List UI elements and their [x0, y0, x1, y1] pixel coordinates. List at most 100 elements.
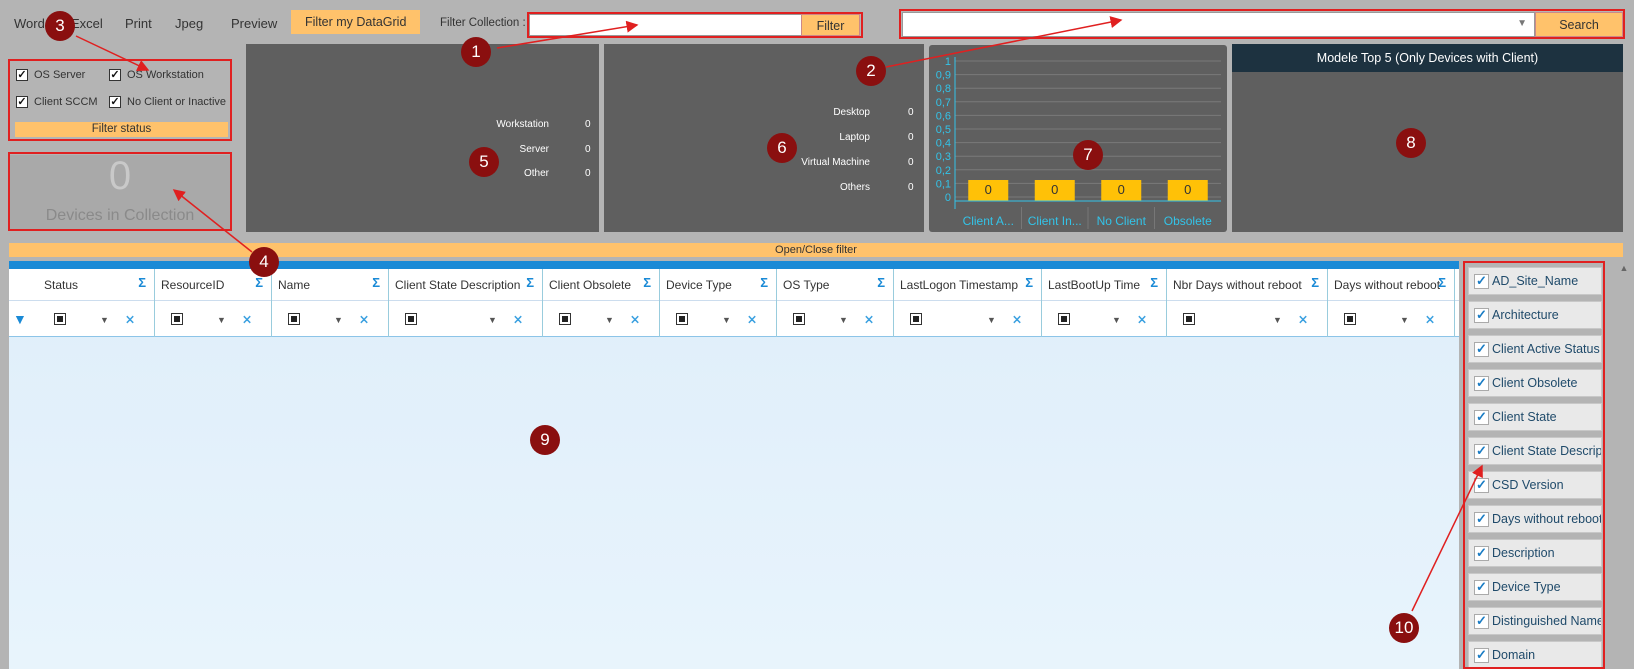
sigma-icon[interactable]: Σ	[138, 275, 146, 290]
filter-dropdown-icon[interactable]: ▼	[987, 315, 996, 325]
filter-checkbox[interactable]	[676, 313, 688, 325]
filter-dropdown-icon[interactable]: ▼	[1273, 315, 1282, 325]
column-header-label[interactable]: Status	[44, 278, 78, 292]
clear-filter-icon[interactable]: ⨯	[1137, 312, 1147, 326]
grid-column[interactable]: Device Type Σ ▼ ⨯	[660, 269, 777, 337]
search-combobox[interactable]: ▼	[902, 12, 1535, 37]
devices-datagrid[interactable]: ▼ Status Σ ▼ ⨯ ResourceID Σ ▼ ⨯ Name Σ ▼ ⨯ Client St…	[9, 269, 1459, 669]
column-header-label[interactable]: OS Type	[783, 278, 829, 292]
preview-button[interactable]: Preview	[231, 13, 277, 35]
sigma-icon[interactable]: Σ	[372, 275, 380, 290]
column-chooser-item[interactable]: ✓ Client State Descript	[1468, 437, 1602, 465]
sigma-icon[interactable]: Σ	[1150, 275, 1158, 290]
clear-filter-icon[interactable]: ⨯	[359, 312, 369, 326]
column-chooser-item[interactable]: ✓ Device Type	[1468, 573, 1602, 601]
column-chooser[interactable]: ✓ AD_Site_Name ✓ Architecture ✓ Client Active…	[1460, 261, 1634, 669]
column-chooser-item[interactable]: ✓ Client Obsolete	[1468, 369, 1602, 397]
filter-dropdown-icon[interactable]: ▼	[1400, 315, 1409, 325]
sigma-icon[interactable]: Σ	[526, 275, 534, 290]
grid-column[interactable]: Status Σ ▼ ⨯	[38, 269, 155, 337]
column-header-label[interactable]: LastLogon Timestamp	[900, 278, 1018, 292]
word-button[interactable]: Word	[14, 13, 45, 35]
filter-checkbox[interactable]	[1344, 313, 1356, 325]
column-chooser-item[interactable]: ✓ CSD Version	[1468, 471, 1602, 499]
clear-filter-icon[interactable]: ⨯	[513, 312, 523, 326]
filter-status-button[interactable]: Filter status	[15, 122, 228, 137]
filter-checkbox[interactable]	[1183, 313, 1195, 325]
column-chooser-item[interactable]: ✓ Domain	[1468, 641, 1602, 669]
filter-dropdown-icon[interactable]: ▼	[488, 315, 497, 325]
filter-datagrid-button[interactable]: Filter my DataGrid	[291, 10, 421, 34]
column-header-label[interactable]: Client State Description	[395, 278, 520, 292]
check-icon[interactable]: ✓	[1474, 545, 1489, 561]
check-icon[interactable]: ✓	[1474, 375, 1489, 391]
filter-funnel-icon[interactable]: ▼	[13, 311, 27, 327]
clear-filter-icon[interactable]: ⨯	[864, 312, 874, 326]
filter-checkbox[interactable]	[405, 313, 417, 325]
filter-checkbox[interactable]	[1058, 313, 1070, 325]
filter-dropdown-icon[interactable]: ▼	[722, 315, 731, 325]
filter-dropdown-icon[interactable]: ▼	[839, 315, 848, 325]
clear-filter-icon[interactable]: ⨯	[125, 312, 135, 326]
grid-column[interactable]: Name Σ ▼ ⨯	[272, 269, 389, 337]
grid-column[interactable]: Nbr Days without reboot Σ ▼ ⨯	[1167, 269, 1328, 337]
sigma-icon[interactable]: Σ	[1311, 275, 1319, 290]
grid-column[interactable]: Client State Description Σ ▼ ⨯	[389, 269, 543, 337]
filter-collection-input[interactable]	[529, 14, 802, 36]
grid-column[interactable]: LastBootUp Time Σ ▼ ⨯	[1042, 269, 1167, 337]
filter-dropdown-icon[interactable]: ▼	[605, 315, 614, 325]
check-icon[interactable]: ✓	[1474, 409, 1489, 425]
jpeg-button[interactable]: Jpeg	[175, 13, 203, 35]
filter-checkbox[interactable]	[793, 313, 805, 325]
grid-column[interactable]: Client Obsolete Σ ▼ ⨯	[543, 269, 660, 337]
column-header-label[interactable]: Nbr Days without reboot	[1173, 278, 1302, 292]
column-header-label[interactable]: ResourceID	[161, 278, 224, 292]
column-header-label[interactable]: Client Obsolete	[549, 278, 631, 292]
check-icon[interactable]: ✓	[1474, 443, 1489, 459]
grid-column[interactable]: ResourceID Σ ▼ ⨯	[155, 269, 272, 337]
clear-filter-icon[interactable]: ⨯	[630, 312, 640, 326]
clear-filter-icon[interactable]: ⨯	[242, 312, 252, 326]
check-icon[interactable]: ✓	[1474, 307, 1489, 323]
column-chooser-item[interactable]: ✓ Architecture	[1468, 301, 1602, 329]
client-sccm-checkbox[interactable]: ✓ Client SCCM	[16, 96, 98, 108]
column-header-label[interactable]: LastBootUp Time	[1048, 278, 1140, 292]
column-header-label[interactable]: Name	[278, 278, 310, 292]
column-header-label[interactable]: Device Type	[666, 278, 732, 292]
column-header-label[interactable]: Days without reboot	[1334, 278, 1440, 292]
filter-dropdown-icon[interactable]: ▼	[217, 315, 226, 325]
check-icon[interactable]: ✓	[1474, 273, 1489, 289]
filter-dropdown-icon[interactable]: ▼	[334, 315, 343, 325]
grid-column[interactable]: LastLogon Timestamp Σ ▼ ⨯	[894, 269, 1042, 337]
chevron-down-icon[interactable]: ▼	[1517, 18, 1527, 29]
print-button[interactable]: Print	[125, 13, 152, 35]
column-chooser-item[interactable]: ✓ Days without reboot	[1468, 505, 1602, 533]
sigma-icon[interactable]: Σ	[1025, 275, 1033, 290]
column-chooser-item[interactable]: ✓ Distinguished Name	[1468, 607, 1602, 635]
filter-button[interactable]: Filter	[801, 14, 860, 36]
filter-dropdown-icon[interactable]: ▼	[1112, 315, 1121, 325]
excel-button[interactable]: Excel	[71, 13, 103, 35]
clear-filter-icon[interactable]: ⨯	[1425, 312, 1435, 326]
sigma-icon[interactable]: Σ	[255, 275, 263, 290]
sigma-icon[interactable]: Σ	[760, 275, 768, 290]
os-server-checkbox[interactable]: ✓ OS Server	[16, 69, 85, 81]
check-icon[interactable]: ✓	[1474, 647, 1489, 663]
column-chooser-item[interactable]: ✓ Client State	[1468, 403, 1602, 431]
column-chooser-item[interactable]: ✓ Client Active Status	[1468, 335, 1602, 363]
filter-checkbox[interactable]	[171, 313, 183, 325]
clear-filter-icon[interactable]: ⨯	[747, 312, 757, 326]
column-chooser-item[interactable]: ✓ Description	[1468, 539, 1602, 567]
filter-checkbox[interactable]	[54, 313, 66, 325]
clear-filter-icon[interactable]: ⨯	[1012, 312, 1022, 326]
check-icon[interactable]: ✓	[1474, 477, 1489, 493]
sigma-icon[interactable]: Σ	[1438, 275, 1446, 290]
filter-checkbox[interactable]	[559, 313, 571, 325]
sigma-icon[interactable]: Σ	[643, 275, 651, 290]
filter-checkbox[interactable]	[910, 313, 922, 325]
check-icon[interactable]: ✓	[1474, 341, 1489, 357]
grid-column[interactable]: Days without reboot Σ ▼ ⨯	[1328, 269, 1455, 337]
no-client-checkbox[interactable]: ✓ No Client or Inactive	[109, 96, 226, 108]
grid-column[interactable]: OS Type Σ ▼ ⨯	[777, 269, 894, 337]
search-button[interactable]: Search	[1535, 12, 1623, 37]
